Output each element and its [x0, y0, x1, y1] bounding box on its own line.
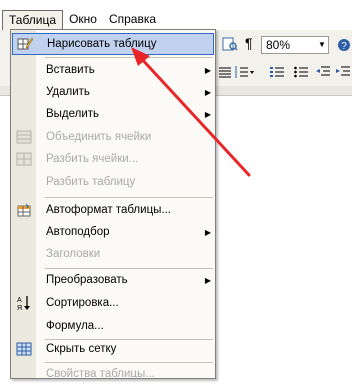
- align-justify-icon[interactable]: [219, 66, 231, 81]
- menu-item-autofit[interactable]: Автоподбор ▶: [12, 221, 214, 243]
- menu-separator: [45, 57, 213, 58]
- menu-help[interactable]: Справка: [103, 10, 162, 30]
- increase-indent-icon[interactable]: [336, 65, 350, 82]
- menu-item-split-table[interactable]: Разбить таблицу: [12, 171, 214, 193]
- menu-item-delete[interactable]: Удалить ▶: [12, 81, 214, 103]
- menu-item-label: Свойства таблицы...: [46, 368, 155, 380]
- menu-item-label: Сортировка...: [46, 297, 119, 309]
- submenu-arrow-icon: ▶: [204, 65, 212, 75]
- menu-item-formula[interactable]: Формула...: [12, 315, 214, 337]
- document-map-icon[interactable]: [222, 36, 238, 55]
- submenu-arrow-icon: ▶: [204, 275, 212, 285]
- numbered-list-icon[interactable]: [270, 65, 284, 82]
- menu-item-split-cells[interactable]: Разбить ячейки...: [12, 148, 214, 170]
- menu-item-label: Заголовки: [46, 248, 101, 260]
- menu-bar: Таблица Окно Справка: [0, 10, 352, 30]
- submenu-arrow-icon: ▶: [204, 227, 212, 237]
- line-spacing-icon[interactable]: [233, 65, 255, 82]
- menu-item-table-autoformat[interactable]: Автоформат таблицы...: [12, 199, 214, 221]
- menu-item-draw-table[interactable]: Нарисовать таблицу: [12, 33, 214, 55]
- table-dropdown-menu: Нарисовать таблицу Вставить ▶ Удалить ▶ …: [10, 29, 216, 380]
- zoom-value: 80%: [266, 38, 291, 52]
- svg-text:А: А: [17, 297, 22, 304]
- merge-cells-icon: [12, 126, 36, 148]
- sort-az-icon: АЯ: [12, 292, 36, 314]
- menu-item-label: Объединить ячейки: [46, 131, 152, 143]
- menu-item-label: Преобразовать: [46, 274, 128, 286]
- autoformat-icon: [12, 199, 36, 221]
- svg-text:Я: Я: [17, 305, 22, 311]
- menu-item-insert[interactable]: Вставить ▶: [12, 59, 214, 81]
- menu-item-label: Выделить: [46, 108, 100, 120]
- decrease-indent-icon[interactable]: [316, 65, 330, 82]
- menu-item-select[interactable]: Выделить ▶: [12, 103, 214, 125]
- menu-item-label: Автоподбор: [46, 226, 110, 238]
- menu-item-label: Скрыть сетку: [46, 343, 117, 355]
- menu-item-table-properties[interactable]: Свойства таблицы...: [12, 363, 214, 385]
- svg-text:?: ?: [341, 41, 347, 52]
- chevron-down-icon[interactable]: ▼: [318, 40, 326, 49]
- pencil-table-icon: [13, 33, 37, 55]
- menu-item-label: Автоформат таблицы...: [46, 204, 172, 216]
- grid-icon: [12, 338, 36, 360]
- menu-item-label: Разбить ячейки...: [46, 153, 139, 165]
- menu-item-label: Вставить: [46, 64, 95, 76]
- split-cells-icon: [12, 148, 36, 170]
- submenu-arrow-icon: ▶: [204, 109, 212, 119]
- show-formatting-button[interactable]: ¶: [245, 35, 253, 51]
- menu-item-label: Разбить таблицу: [46, 176, 136, 188]
- menu-item-sort[interactable]: АЯ Сортировка...: [12, 292, 214, 314]
- menu-item-hide-gridlines[interactable]: Скрыть сетку: [12, 338, 214, 360]
- help-icon[interactable]: ?: [337, 37, 351, 56]
- menu-window[interactable]: Окно: [63, 10, 103, 30]
- submenu-arrow-icon: ▶: [204, 87, 212, 97]
- menu-item-label: Нарисовать таблицу: [47, 38, 157, 50]
- menu-item-label: Формула...: [46, 320, 104, 332]
- menu-item-label: Удалить: [46, 86, 90, 98]
- menu-item-headings[interactable]: Заголовки: [12, 243, 214, 265]
- bullet-list-icon[interactable]: [294, 65, 308, 82]
- menu-table[interactable]: Таблица: [2, 10, 64, 30]
- menu-item-convert[interactable]: Преобразовать ▶: [12, 269, 214, 291]
- menu-separator: [45, 197, 213, 198]
- menu-item-merge-cells[interactable]: Объединить ячейки: [12, 126, 214, 148]
